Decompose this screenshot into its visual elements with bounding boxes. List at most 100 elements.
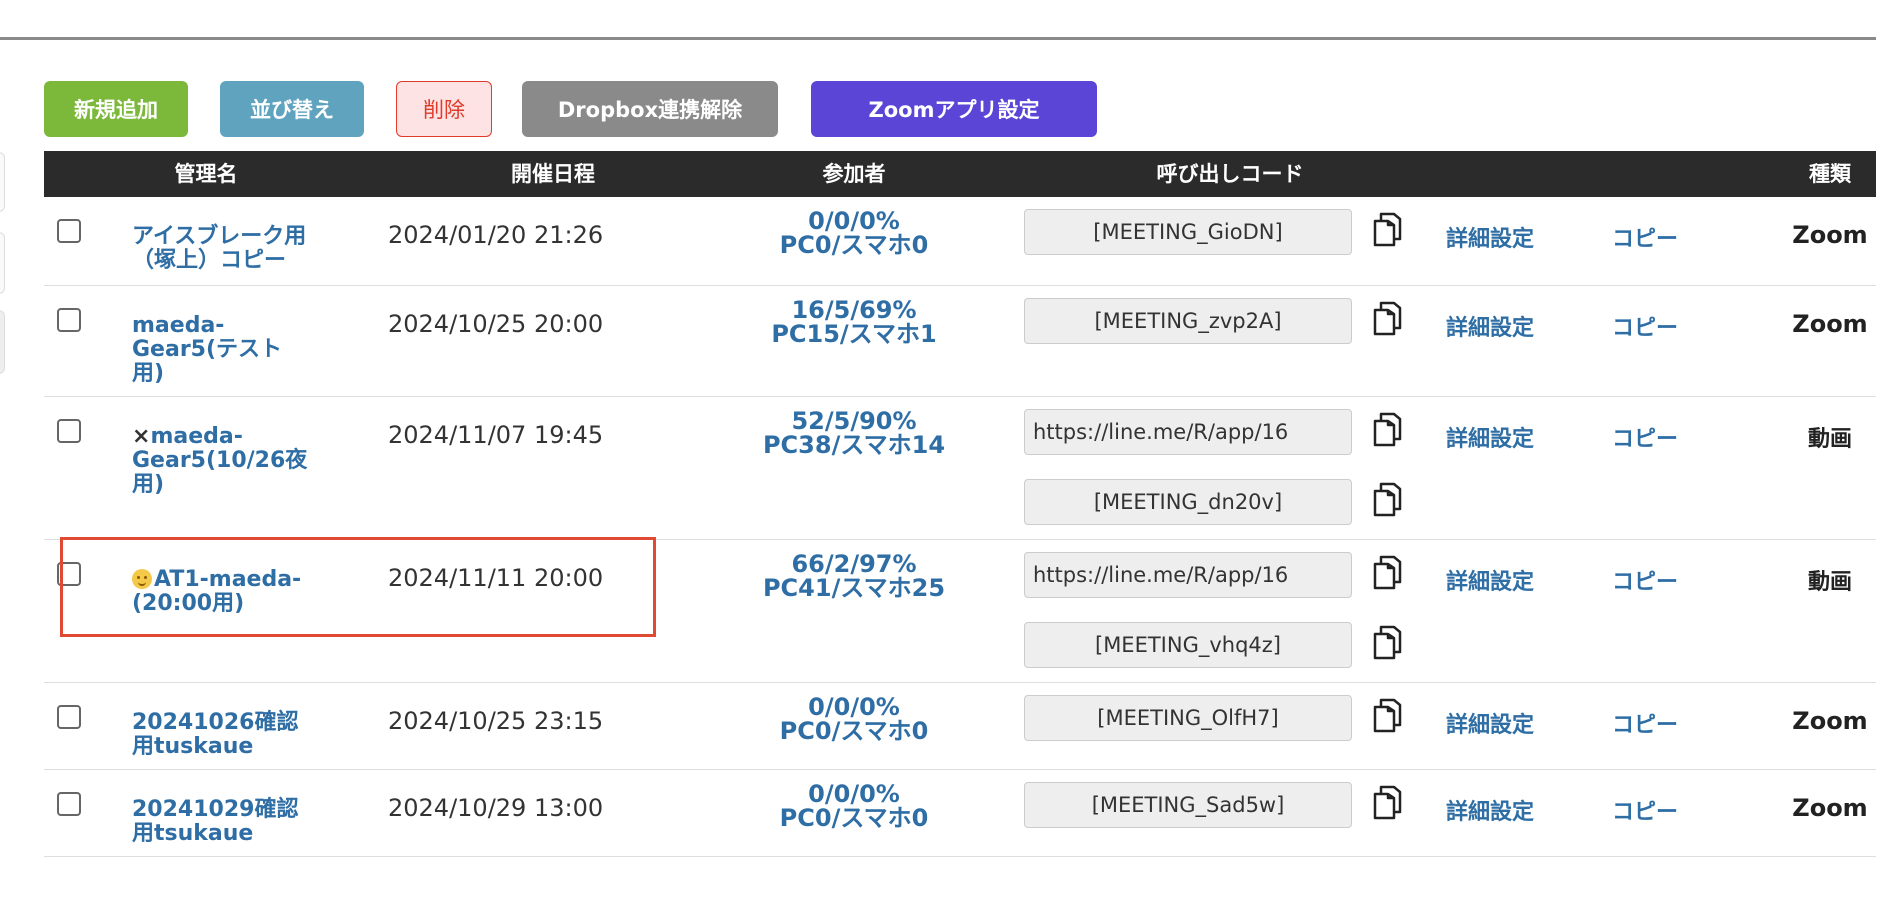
participants-devices: PC0/スマホ0 (779, 804, 929, 832)
detail-settings-link[interactable]: 詳細設定 (1446, 707, 1534, 739)
url-field[interactable]: https://line.me/R/app/16 (1024, 552, 1352, 598)
detail-settings-link[interactable]: 詳細設定 (1446, 421, 1534, 453)
sort-button[interactable]: 並び替え (220, 81, 364, 137)
code-field[interactable]: [MEETING_Sad5w] (1024, 782, 1352, 828)
code-field[interactable]: [MEETING_dn20v] (1024, 479, 1352, 525)
row-name-line: 用tsukaue (132, 821, 254, 846)
participants-devices: PC15/スマホ1 (771, 320, 937, 348)
row-participants[interactable]: 52/5/90% PC38/スマホ14 (696, 409, 1012, 457)
row-date: 2024/10/29 13:00 (388, 794, 604, 822)
row-date: 2024/11/07 19:45 (388, 421, 604, 449)
header-name: 管理名 (174, 162, 238, 186)
row-type: 動画 (1807, 427, 1852, 452)
row-name-link[interactable]: maeda- Gear5(テスト 用) (132, 314, 357, 386)
row-participants[interactable]: 0/0/0% PC0/スマホ0 (696, 782, 1012, 830)
table-row: 20241026確認 用tuskaue 2024/10/25 23:15 0/0… (44, 683, 1876, 770)
detail-settings-link[interactable]: 詳細設定 (1446, 564, 1534, 596)
row-type: Zoom (1792, 221, 1868, 249)
row-date: 2024/10/25 23:15 (388, 707, 604, 735)
detail-settings-link[interactable]: 詳細設定 (1446, 310, 1534, 342)
row-participants[interactable]: 66/2/97% PC41/スマホ25 (696, 552, 1012, 600)
copy-icon[interactable] (1366, 552, 1406, 592)
participants-counts: 0/0/0% (808, 693, 900, 721)
participants-counts: 66/2/97% (791, 550, 917, 578)
highlight-box (60, 537, 656, 637)
row-participants[interactable]: 16/5/69% PC15/スマホ1 (696, 298, 1012, 346)
row-name-text: maeda- (150, 424, 243, 449)
participants-counts: 0/0/0% (808, 207, 900, 235)
copy-icon[interactable] (1366, 209, 1406, 249)
row-name-line: ×maeda- (132, 425, 357, 449)
header-type: 種類 (1809, 162, 1851, 186)
row-type: 動画 (1807, 570, 1852, 595)
zoom-app-settings-button[interactable]: Zoomアプリ設定 (811, 81, 1097, 137)
detail-settings-link[interactable]: 詳細設定 (1446, 794, 1534, 826)
code-field[interactable]: [MEETING_vhq4z] (1024, 622, 1352, 668)
row-date: 2024/10/25 20:00 (388, 310, 604, 338)
row-name-link[interactable]: ×maeda- Gear5(10/26夜 用) (132, 425, 357, 497)
delete-button[interactable]: 削除 (396, 81, 492, 137)
top-divider (0, 37, 1876, 40)
table-row: ×maeda- Gear5(10/26夜 用) 2024/11/07 19:45… (44, 397, 1876, 540)
row-name-line: Gear5(10/26夜 (132, 448, 308, 473)
header-participants: 参加者 (822, 162, 886, 186)
copy-link[interactable]: コピー (1612, 421, 1678, 453)
table-header: 管理名 開催日程 参加者 呼び出しコード 種類 (44, 151, 1876, 197)
participants-counts: 0/0/0% (808, 780, 900, 808)
row-checkbox[interactable] (57, 705, 81, 729)
row-type: Zoom (1792, 794, 1868, 822)
row-name-line: maeda- (132, 313, 225, 338)
url-field[interactable]: https://line.me/R/app/16 (1024, 409, 1352, 455)
row-date: 2024/01/20 21:26 (388, 221, 604, 249)
copy-link[interactable]: コピー (1612, 564, 1678, 596)
row-name-line: Gear5(テスト (132, 337, 283, 362)
side-tab-2[interactable] (0, 232, 5, 294)
copy-link[interactable]: コピー (1612, 794, 1678, 826)
row-type: Zoom (1792, 707, 1868, 735)
row-name-line: アイスブレーク用 (132, 224, 307, 249)
copy-icon[interactable] (1366, 695, 1406, 735)
row-name-link[interactable]: 20241029確認 用tsukaue (132, 798, 357, 846)
code-field[interactable]: [MEETING_OlfH7] (1024, 695, 1352, 741)
code-field[interactable]: [MEETING_zvp2A] (1024, 298, 1352, 344)
header-date: 開催日程 (511, 162, 595, 186)
row-name-line: 用) (132, 472, 165, 497)
add-button[interactable]: 新規追加 (44, 81, 188, 137)
row-name-link[interactable]: アイスブレーク用 （塚上）コピー (132, 225, 357, 273)
copy-link[interactable]: コピー (1612, 707, 1678, 739)
copy-link[interactable]: コピー (1612, 221, 1678, 253)
copy-icon[interactable] (1366, 782, 1406, 822)
table-row: 20241029確認 用tsukaue 2024/10/29 13:00 0/0… (44, 770, 1876, 857)
participants-counts: 52/5/90% (791, 407, 917, 435)
row-checkbox[interactable] (57, 419, 81, 443)
detail-settings-link[interactable]: 詳細設定 (1446, 221, 1534, 253)
row-participants[interactable]: 0/0/0% PC0/スマホ0 (696, 695, 1012, 743)
row-checkbox[interactable] (57, 308, 81, 332)
participants-devices: PC38/スマホ14 (762, 431, 946, 459)
row-name-link[interactable]: 20241026確認 用tuskaue (132, 711, 357, 759)
copy-icon[interactable] (1366, 409, 1406, 449)
row-name-line: 20241026確認 (132, 710, 299, 735)
copy-icon[interactable] (1366, 479, 1406, 519)
header-code: 呼び出しコード (1156, 162, 1304, 186)
side-tab-3[interactable] (0, 310, 5, 374)
row-checkbox[interactable] (57, 219, 81, 243)
side-tab-1[interactable] (0, 152, 5, 212)
table-row: アイスブレーク用 （塚上）コピー 2024/01/20 21:26 0/0/0%… (44, 197, 1876, 286)
participants-devices: PC41/スマホ25 (762, 574, 946, 602)
copy-link[interactable]: コピー (1612, 310, 1678, 342)
copy-icon[interactable] (1366, 622, 1406, 662)
participants-counts: 16/5/69% (791, 296, 917, 324)
table-row: maeda- Gear5(テスト 用) 2024/10/25 20:00 16/… (44, 286, 1876, 397)
cancel-mark: × (132, 424, 151, 449)
row-type: Zoom (1792, 310, 1868, 338)
row-name-line: （塚上）コピー (132, 248, 287, 273)
copy-icon[interactable] (1366, 298, 1406, 338)
row-name-line: 用tuskaue (132, 734, 254, 759)
participants-devices: PC0/スマホ0 (779, 231, 929, 259)
dropbox-unlink-button[interactable]: Dropbox連携解除 (522, 81, 778, 137)
row-checkbox[interactable] (57, 792, 81, 816)
row-name-line: 20241029確認 (132, 797, 299, 822)
code-field[interactable]: [MEETING_GioDN] (1024, 209, 1352, 255)
row-participants[interactable]: 0/0/0% PC0/スマホ0 (696, 209, 1012, 257)
